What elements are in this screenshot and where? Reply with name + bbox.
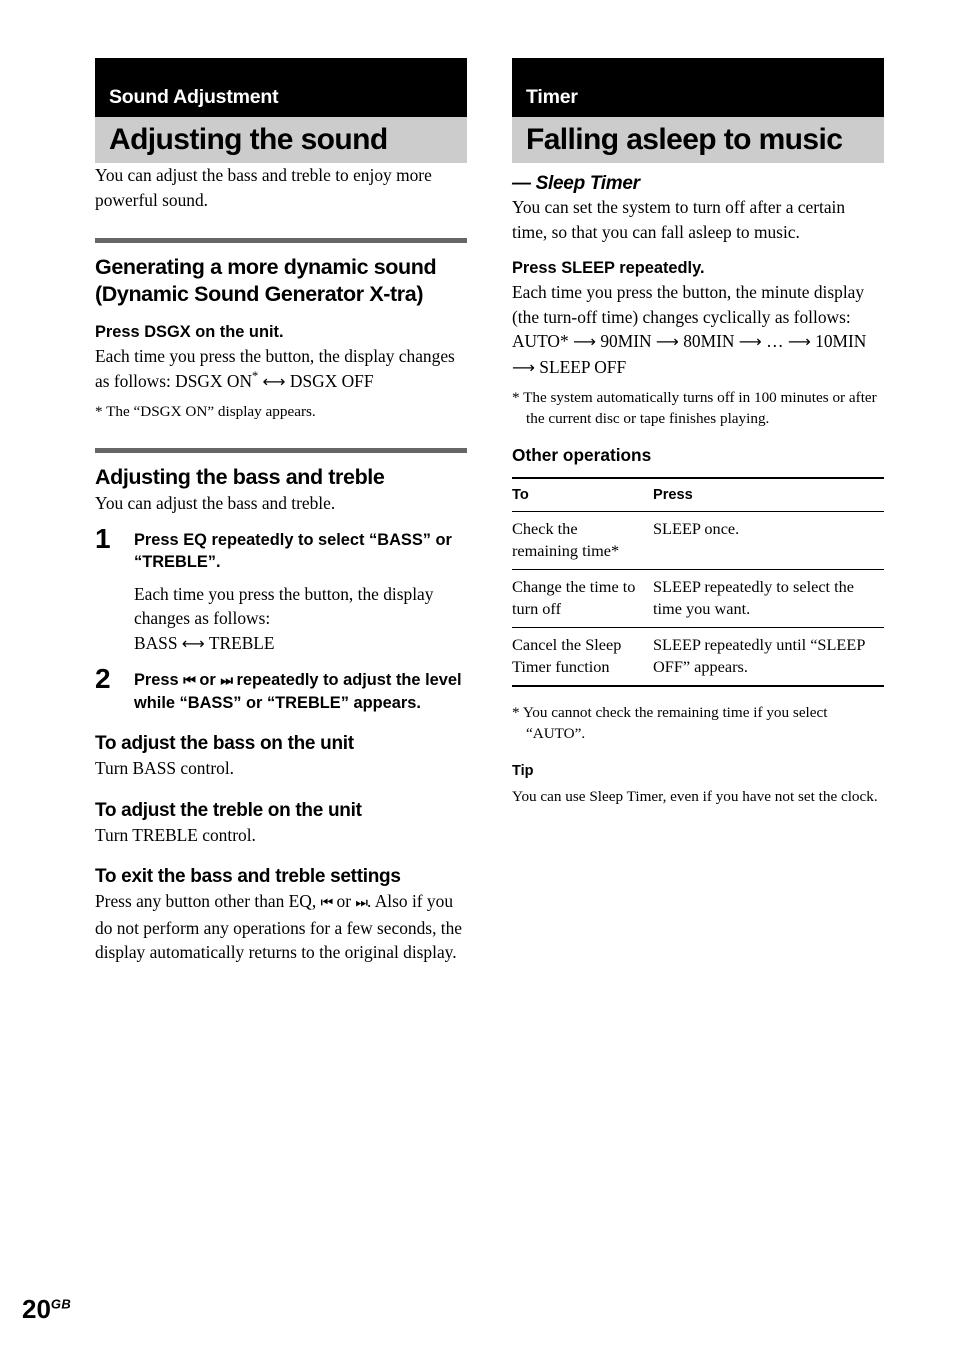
sequence-item-4: 10MIN bbox=[815, 331, 867, 351]
dsgx-footnote: * The “DSGX ON” display appears. bbox=[95, 403, 316, 420]
right-column: Timer Falling asleep to music — Sleep Ti… bbox=[512, 58, 884, 807]
exit-body-mid: or bbox=[336, 891, 352, 911]
step-1-sequence-arrow-icon: ⟷ bbox=[181, 633, 205, 653]
step-2-title-prefix: Press bbox=[134, 671, 179, 689]
sleep-sequence: AUTO* ⟶ 90MIN ⟶ 80MIN ⟶ … ⟶ 10MIN ⟶ SLEE… bbox=[512, 329, 884, 380]
skip-previous-icon: ⏮ bbox=[320, 895, 334, 911]
sleep-description: Each time you press the button, the minu… bbox=[512, 282, 865, 327]
page-title-label: Adjusting the sound bbox=[109, 123, 388, 156]
exit-body-prefix: Press any button other than EQ, bbox=[95, 891, 317, 911]
cell-press: SLEEP repeatedly to select the time you … bbox=[653, 569, 884, 628]
section-heading-other-operations: Other operations bbox=[512, 445, 652, 465]
sequence-item-5: SLEEP OFF bbox=[539, 356, 627, 377]
skip-next-icon: ⏭ bbox=[220, 673, 233, 689]
table-row: Cancel the Sleep Timer function SLEEP re… bbox=[512, 627, 884, 687]
bass-treble-intro: You can adjust the bass and treble. bbox=[95, 493, 336, 513]
chapter-banner-timer: Timer bbox=[512, 58, 884, 117]
step-2-number: 2 bbox=[95, 663, 111, 694]
chapter-label: Sound Adjustment bbox=[109, 86, 279, 108]
sequence-item-3: … bbox=[766, 331, 784, 351]
skip-previous-icon: ⏮ bbox=[183, 673, 196, 689]
chapter-banner-sound-adjustment: Sound Adjustment bbox=[95, 58, 467, 117]
sequence-arrow-icon: ⟶ bbox=[573, 332, 596, 351]
step-2-title: Press ⏮ or ⏭ repeatedly to adjust the le… bbox=[134, 669, 467, 714]
sequence-item-1: 90MIN bbox=[600, 331, 652, 351]
table-row: Check the remaining time* SLEEP once. bbox=[512, 511, 884, 570]
subtitle-sleep-timer: — Sleep Timer bbox=[512, 173, 640, 194]
page-title-adjusting-the-sound: Adjusting the sound bbox=[95, 117, 467, 163]
chapter-label: Timer bbox=[526, 86, 578, 108]
sleep-footnote: * The system automatically turns off in … bbox=[512, 389, 877, 427]
column-header-press: Press bbox=[653, 477, 884, 512]
tip-body: You can use Sleep Timer, even if you hav… bbox=[512, 788, 878, 805]
step-1-body: Each time you press the button, the disp… bbox=[134, 583, 434, 629]
dsgx-description-suffix: DSGX OFF bbox=[289, 370, 374, 391]
section-divider-bass-treble bbox=[95, 448, 467, 453]
cell-to: Check the remaining time* bbox=[512, 511, 653, 570]
page-folio: 20GB bbox=[22, 1294, 71, 1325]
region-code: GB bbox=[50, 1296, 72, 1312]
page-title-falling-asleep: Falling asleep to music bbox=[512, 117, 884, 163]
instruction-press-dsgx: Press DSGX on the unit. bbox=[95, 323, 284, 341]
cell-to: Cancel the Sleep Timer function bbox=[512, 627, 653, 687]
dsgx-toggle-arrow-icon: ⟷ bbox=[262, 371, 286, 391]
skip-next-icon: ⏭ bbox=[355, 895, 368, 911]
cell-press: SLEEP once. bbox=[653, 511, 884, 570]
table-row: Change the time to turn off SLEEP repeat… bbox=[512, 569, 884, 628]
section-heading-exit-settings: To exit the bass and treble settings bbox=[95, 866, 401, 887]
left-column: Sound Adjustment Adjusting the sound You… bbox=[95, 58, 467, 965]
section-heading-bass-on-unit: To adjust the bass on the unit bbox=[95, 733, 354, 754]
sequence-item-2: 80MIN bbox=[683, 331, 735, 351]
tip-heading: Tip bbox=[512, 763, 534, 779]
instruction-press-sleep: Press SLEEP repeatedly. bbox=[512, 259, 705, 277]
section-heading-bass-treble: Adjusting the bass and treble bbox=[95, 465, 385, 489]
step-2-title-mid: or bbox=[199, 671, 216, 689]
section-divider-dsgx bbox=[95, 238, 467, 243]
cell-press: SLEEP repeatedly until “SLEEP OFF” appea… bbox=[653, 627, 884, 687]
step-1: 1 Press EQ repeatedly to select “BASS” o… bbox=[95, 523, 467, 657]
sequence-arrow-icon: ⟶ bbox=[787, 332, 811, 351]
step-1-sequence: BASS ⟷ TREBLE bbox=[134, 631, 467, 657]
sequence-arrow-icon: ⟶ bbox=[512, 357, 535, 377]
dsgx-footnote-marker: * bbox=[252, 368, 259, 383]
manual-page: Sound Adjustment Adjusting the sound You… bbox=[0, 0, 954, 1352]
other-operations-table: To Press Check the remaining time* SLEEP… bbox=[512, 477, 884, 687]
sequence-arrow-icon: ⟶ bbox=[738, 332, 762, 351]
page-title-label: Falling asleep to music bbox=[526, 123, 843, 156]
sequence-arrow-icon: ⟶ bbox=[655, 332, 679, 351]
bass-on-unit-body: Turn BASS control. bbox=[95, 758, 234, 778]
step-2: 2 Press ⏮ or ⏭ repeatedly to adjust the … bbox=[95, 663, 467, 714]
table-footnote: * You cannot check the remaining time if… bbox=[512, 704, 828, 742]
step-1-sequence-left: BASS bbox=[134, 632, 178, 653]
dsgx-description: Each time you press the button, the disp… bbox=[95, 344, 467, 394]
timer-intro: You can set the system to turn off after… bbox=[512, 197, 846, 242]
exit-settings-body: Press any button other than EQ, ⏮ or ⏭. … bbox=[95, 889, 467, 965]
table-header-row: To Press bbox=[512, 477, 884, 512]
column-header-to: To bbox=[512, 477, 653, 512]
intro-paragraph: You can adjust the bass and treble to en… bbox=[95, 165, 432, 210]
step-1-title: Press EQ repeatedly to select “BASS” or … bbox=[134, 530, 452, 571]
section-heading-dsgx: Generating a more dynamic sound (Dynamic… bbox=[95, 255, 437, 306]
section-heading-treble-on-unit: To adjust the treble on the unit bbox=[95, 799, 362, 821]
step-1-number: 1 bbox=[95, 522, 111, 554]
page-number: 20 bbox=[22, 1294, 51, 1324]
sequence-item-0: AUTO* bbox=[512, 331, 569, 351]
step-1-sequence-right: TREBLE bbox=[208, 632, 275, 653]
cell-to: Change the time to turn off bbox=[512, 569, 653, 628]
treble-on-unit-body: Turn TREBLE control. bbox=[95, 824, 256, 845]
